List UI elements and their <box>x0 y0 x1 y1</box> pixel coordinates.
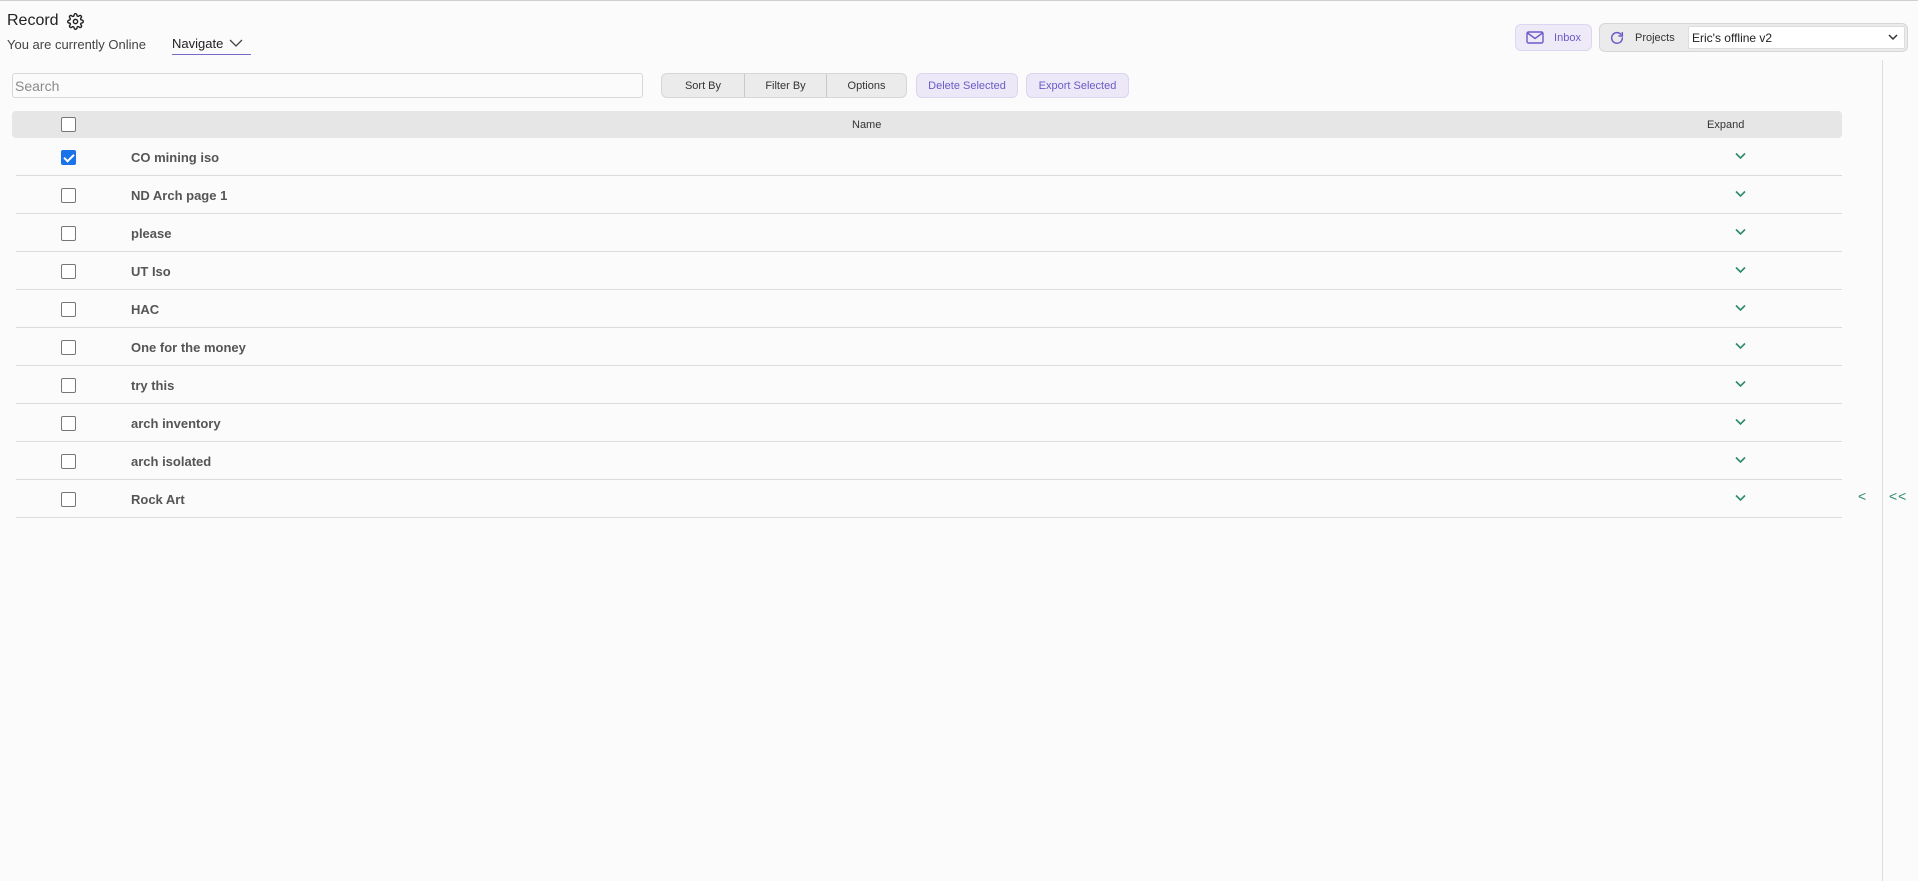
row-checkbox[interactable] <box>61 492 76 507</box>
page-title: Record <box>7 12 84 30</box>
table-row[interactable]: UT Iso <box>16 252 1842 290</box>
row-name: ND Arch page 1 <box>131 188 228 203</box>
search-input[interactable] <box>12 73 643 98</box>
row-name: Rock Art <box>131 492 185 507</box>
inbox-button[interactable]: Inbox <box>1515 24 1592 51</box>
chevron-down-icon <box>229 39 243 47</box>
table-row[interactable]: HAC <box>16 290 1842 328</box>
first-page-button[interactable]: << <box>1889 488 1907 504</box>
table-row[interactable]: ND Arch page 1 <box>16 176 1842 214</box>
row-checkbox[interactable] <box>61 454 76 469</box>
row-checkbox[interactable] <box>61 264 76 279</box>
records-table: Name Expand CO mining iso ND Arch page 1 p… <box>12 111 1842 518</box>
online-status: You are currently Online <box>7 37 146 52</box>
sort-by-button[interactable]: Sort By <box>662 74 744 97</box>
chevron-down-icon[interactable] <box>1735 266 1746 274</box>
project-select-value: Eric's offline v2 <box>1692 30 1773 45</box>
inbox-label: Inbox <box>1554 31 1581 44</box>
options-button[interactable]: Options <box>826 74 906 97</box>
project-select[interactable]: Eric's offline v2 <box>1688 26 1905 49</box>
previous-page-button[interactable]: < <box>1858 488 1866 504</box>
chevron-down-icon[interactable] <box>1735 456 1746 464</box>
chevron-down-icon[interactable] <box>1735 342 1746 350</box>
chevron-down-icon <box>1888 34 1898 41</box>
chevron-down-icon[interactable] <box>1735 152 1746 160</box>
row-checkbox[interactable] <box>61 378 76 393</box>
row-name: try this <box>131 378 175 393</box>
row-name: arch inventory <box>131 416 221 431</box>
chevron-down-icon[interactable] <box>1735 228 1746 236</box>
row-name: One for the money <box>131 340 246 355</box>
table-row[interactable]: CO mining iso <box>16 138 1842 176</box>
projects-selector: Projects Eric's offline v2 <box>1599 23 1908 52</box>
side-divider <box>1882 60 1883 881</box>
row-checkbox[interactable] <box>61 340 76 355</box>
row-checkbox[interactable] <box>61 150 76 165</box>
list-controls: Sort By Filter By Options <box>661 73 907 98</box>
mail-icon <box>1526 31 1544 44</box>
row-name: please <box>131 226 172 241</box>
table-body: CO mining iso ND Arch page 1 please UT Iso H… <box>12 138 1842 518</box>
row-checkbox[interactable] <box>61 302 76 317</box>
gear-icon[interactable] <box>66 12 84 30</box>
chevron-down-icon[interactable] <box>1735 380 1746 388</box>
table-header: Name Expand <box>12 111 1842 138</box>
column-header-name: Name <box>852 119 882 131</box>
row-name: arch isolated <box>131 454 212 469</box>
row-checkbox[interactable] <box>61 188 76 203</box>
top-border <box>0 0 1918 1</box>
row-checkbox[interactable] <box>61 416 76 431</box>
filter-by-button[interactable]: Filter By <box>744 74 826 97</box>
row-name: CO mining iso <box>131 150 220 165</box>
column-header-expand: Expand <box>1707 119 1745 131</box>
row-name: HAC <box>131 302 160 317</box>
navigate-label: Navigate <box>172 36 224 51</box>
projects-label: Projects <box>1635 31 1675 44</box>
select-all-checkbox[interactable] <box>61 117 76 132</box>
chevron-down-icon[interactable] <box>1735 494 1746 502</box>
chevron-down-icon[interactable] <box>1735 304 1746 312</box>
table-row[interactable]: try this <box>16 366 1842 404</box>
table-row[interactable]: arch isolated <box>16 442 1842 480</box>
row-name: UT Iso <box>131 264 171 279</box>
delete-selected-button[interactable]: Delete Selected <box>916 73 1018 98</box>
refresh-icon[interactable] <box>1609 30 1625 46</box>
navigate-dropdown[interactable]: Navigate <box>172 36 251 55</box>
table-row[interactable]: Rock Art <box>16 480 1842 518</box>
row-checkbox[interactable] <box>61 226 76 241</box>
export-selected-button[interactable]: Export Selected <box>1026 73 1129 98</box>
chevron-down-icon[interactable] <box>1735 190 1746 198</box>
chevron-down-icon[interactable] <box>1735 418 1746 426</box>
table-row[interactable]: please <box>16 214 1842 252</box>
table-row[interactable]: One for the money <box>16 328 1842 366</box>
table-row[interactable]: arch inventory <box>16 404 1842 442</box>
page-title-text: Record <box>7 12 59 29</box>
